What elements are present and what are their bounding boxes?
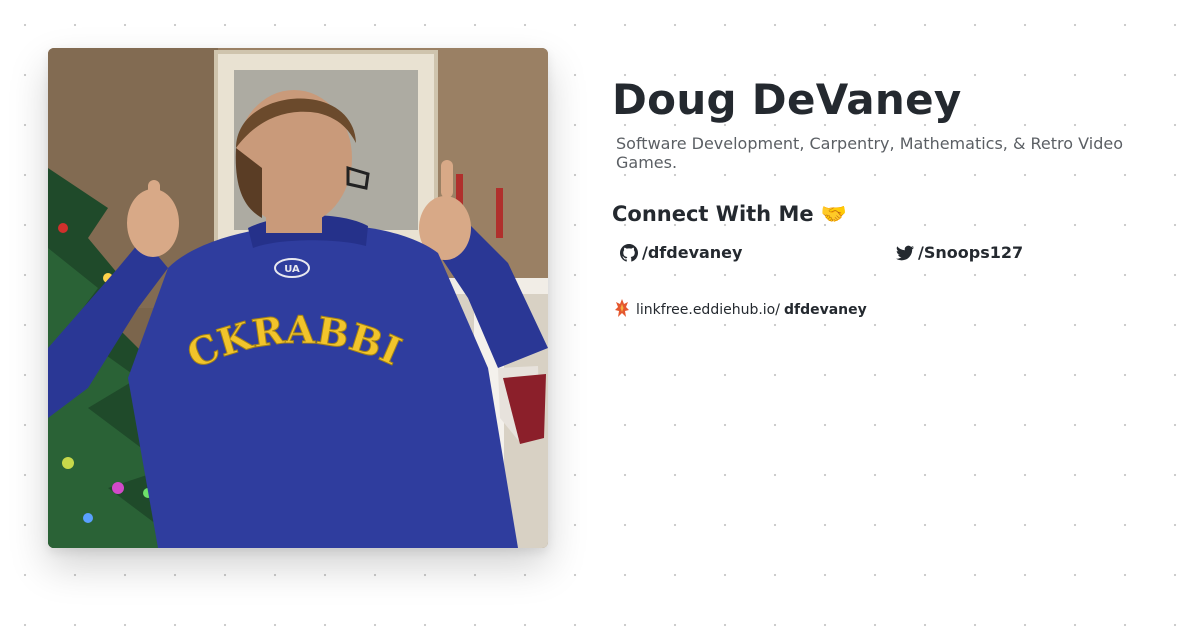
github-icon — [620, 243, 638, 262]
profile-photo: UA JACKRABBITS — [48, 48, 548, 548]
linkfree-link[interactable]: linkfree.eddiehub.io/ dfdevaney — [614, 298, 1152, 322]
svg-text:UA: UA — [284, 264, 300, 275]
social-links: /dfdevaney /Snoops127 — [612, 243, 1152, 262]
profile-page: UA JACKRABBITS Doug DeVaney Software Dev… — [0, 0, 1200, 627]
linkfree-prefix: linkfree.eddiehub.io/ — [636, 302, 780, 318]
twitter-icon — [896, 244, 914, 262]
twitter-link[interactable]: /Snoops127 — [896, 243, 1023, 262]
profile-name: Doug DeVaney — [612, 75, 962, 124]
linkfree-logo-icon — [614, 298, 630, 322]
connect-heading: Connect With Me 🤝 — [612, 202, 1152, 227]
github-label: /dfdevaney — [642, 243, 743, 262]
github-link[interactable]: /dfdevaney — [620, 243, 896, 262]
connect-heading-text: Connect With Me — [612, 202, 814, 226]
handshake-emoji: 🤝 — [820, 202, 848, 226]
profile-bio: Software Development, Carpentry, Mathema… — [616, 134, 1123, 172]
linkfree-username: dfdevaney — [783, 302, 867, 318]
profile-info: Doug DeVaney Software Development, Carpe… — [612, 70, 1152, 322]
twitter-label: /Snoops127 — [918, 243, 1024, 262]
